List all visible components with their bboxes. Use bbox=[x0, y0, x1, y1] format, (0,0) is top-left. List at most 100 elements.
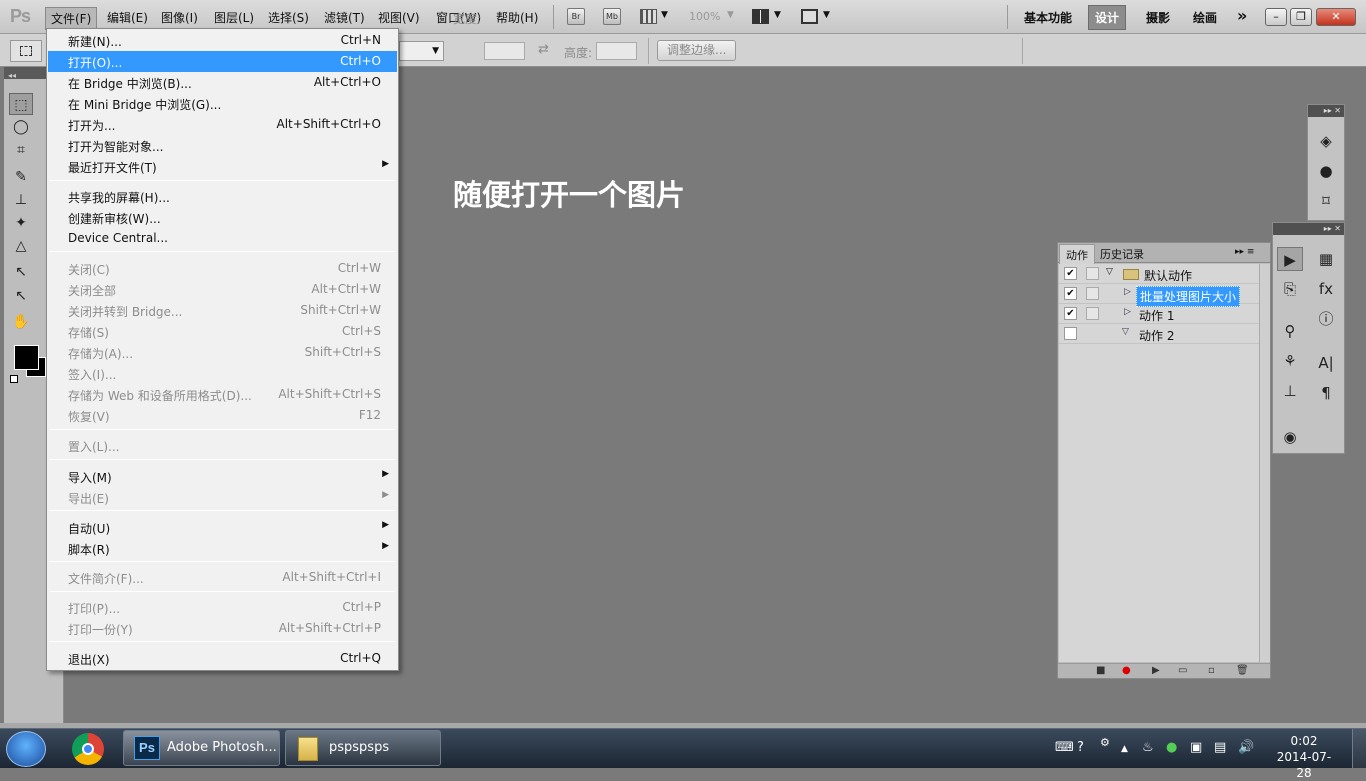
collapse-icon[interactable]: ▷ bbox=[1124, 287, 1131, 297]
menu-item-export[interactable]: 导出(E) ▶ bbox=[48, 487, 397, 508]
view-extras-icon[interactable] bbox=[640, 9, 657, 24]
menu-item-print-one-copy[interactable]: 打印一份(Y) Alt+Shift+Ctrl+P bbox=[48, 618, 397, 639]
rectangular-marquee-icon[interactable]: ⬚ bbox=[9, 93, 33, 115]
menu-item-close-go-bridge[interactable]: 关闭并转到 Bridge... Shift+Ctrl+W bbox=[48, 300, 397, 321]
action-checkbox[interactable]: ✔ bbox=[1064, 307, 1077, 320]
network-icon[interactable]: ▣ bbox=[1190, 740, 1202, 755]
new-set-icon[interactable]: ▭ bbox=[1178, 665, 1187, 676]
action-set-row[interactable]: ✔ ▽ 默认动作 bbox=[1059, 264, 1259, 284]
action-row[interactable]: ✔ ▷ 批量处理图片大小 bbox=[1059, 284, 1259, 307]
close-button[interactable]: ✕ bbox=[1316, 8, 1356, 26]
new-action-icon[interactable]: ▫ bbox=[1208, 665, 1215, 676]
clone-stamp-icon[interactable]: ⊥ bbox=[9, 189, 33, 211]
help-icon[interactable]: ? bbox=[1077, 740, 1084, 755]
dialog-toggle[interactable] bbox=[1086, 307, 1099, 320]
menu-item-place[interactable]: 置入(L)... bbox=[48, 435, 397, 456]
show-desktop-button[interactable] bbox=[1352, 729, 1366, 768]
expand-icon[interactable]: ▽ bbox=[1106, 267, 1113, 277]
workspace-essentials[interactable]: 基本功能 bbox=[1024, 9, 1072, 26]
start-button[interactable] bbox=[6, 731, 46, 767]
menu-filter[interactable]: 滤镜(T) bbox=[324, 9, 365, 26]
menu-item-save-as[interactable]: 存储为(A)... Shift+Ctrl+S bbox=[48, 342, 397, 363]
minimize-button[interactable]: – bbox=[1265, 8, 1287, 26]
styles-icon[interactable]: fx bbox=[1313, 277, 1339, 301]
menu-view[interactable]: 视图(V) bbox=[378, 9, 420, 26]
taskbar-folder[interactable]: pspspsps bbox=[285, 730, 441, 766]
menu-layer[interactable]: 图层(L) bbox=[214, 9, 254, 26]
workspace-painting[interactable]: 绘画 bbox=[1193, 9, 1217, 26]
app-tray-icon[interactable]: ♨ bbox=[1142, 740, 1154, 755]
dialog-toggle[interactable] bbox=[1086, 267, 1099, 280]
play-icon[interactable]: ▶ bbox=[1152, 665, 1160, 676]
clone-source-icon[interactable]: ⚘ bbox=[1277, 349, 1303, 373]
blur-icon[interactable]: △ bbox=[9, 235, 33, 257]
delete-icon[interactable]: 🗑 bbox=[1236, 665, 1249, 676]
action-checkbox[interactable]: ✔ bbox=[1064, 267, 1077, 280]
menu-item-check-in[interactable]: 签入(I)... bbox=[48, 363, 397, 384]
dock-header[interactable]: ▸▸ ✕ bbox=[1308, 105, 1344, 117]
mini-bridge-button[interactable]: Mb bbox=[603, 8, 621, 25]
path-selection-icon[interactable]: ↖ bbox=[9, 261, 33, 283]
menu-item-recent-files[interactable]: 最近打开文件(T) ▶ bbox=[48, 156, 397, 177]
direct-selection-icon[interactable]: ↖ bbox=[9, 285, 33, 307]
taskbar-photoshop[interactable]: Ps Adobe Photosh... bbox=[123, 730, 280, 766]
expand-icon[interactable]: ▽ bbox=[1122, 327, 1129, 337]
menu-item-open-smart-object[interactable]: 打开为智能对象... bbox=[48, 135, 397, 156]
action-row[interactable]: ✔ ▷ 动作 1 bbox=[1059, 304, 1259, 324]
width-input[interactable] bbox=[484, 42, 525, 60]
default-colors-icon[interactable] bbox=[10, 375, 18, 383]
chevron-down-icon[interactable]: ▼ bbox=[774, 10, 781, 20]
bridge-button[interactable]: Br bbox=[567, 8, 585, 25]
style-dropdown[interactable]: ▼ bbox=[399, 41, 444, 61]
menu-item-save[interactable]: 存储(S) Ctrl+S bbox=[48, 321, 397, 342]
crop-icon[interactable]: ⌗ bbox=[9, 139, 33, 161]
chevron-down-icon[interactable]: ▼ bbox=[823, 10, 830, 20]
menu-item-file-info[interactable]: 文件简介(F)... Alt+Shift+Ctrl+I bbox=[48, 567, 397, 588]
more-workspaces-icon[interactable]: » bbox=[1237, 6, 1247, 25]
menu-item-new-review[interactable]: 创建新审核(W)... bbox=[48, 207, 397, 228]
menu-image[interactable]: 图像(I) bbox=[161, 9, 198, 26]
swatches-icon[interactable]: ▦ bbox=[1313, 247, 1339, 271]
menu-item-save-for-web[interactable]: 存储为 Web 和设备所用格式(D)... Alt+Shift+Ctrl+S bbox=[48, 384, 397, 405]
menu-item-open-as[interactable]: 打开为... Alt+Shift+Ctrl+O bbox=[48, 114, 397, 135]
hand-icon[interactable]: ✋ bbox=[9, 311, 33, 333]
menu-item-open[interactable]: 打开(O)... Ctrl+O bbox=[48, 51, 397, 72]
menu-item-import[interactable]: 导入(M) ▶ bbox=[48, 466, 397, 487]
actions-play-icon[interactable]: ▶ bbox=[1277, 247, 1303, 271]
brush-presets-icon[interactable]: ⚲ bbox=[1277, 319, 1303, 343]
collapse-icon[interactable]: ▷ bbox=[1124, 307, 1131, 317]
menu-file[interactable]: 文件(F) bbox=[45, 7, 98, 30]
menu-item-scripts[interactable]: 脚本(R) ▶ bbox=[48, 538, 397, 559]
eraser-icon[interactable]: ✦ bbox=[9, 212, 33, 234]
chevron-down-icon[interactable]: ▼ bbox=[727, 10, 734, 20]
action-row[interactable]: ▽ 动作 2 bbox=[1059, 324, 1259, 344]
menu-edit[interactable]: 编辑(E) bbox=[107, 9, 148, 26]
info-icon[interactable]: ⓘ bbox=[1313, 307, 1339, 331]
history-icon[interactable]: ⎘ bbox=[1277, 277, 1303, 301]
arrange-documents-icon[interactable] bbox=[752, 9, 769, 24]
menu-item-automate[interactable]: 自动(U) ▶ bbox=[48, 517, 397, 538]
screen-mode-icon[interactable] bbox=[801, 9, 818, 24]
zoom-level[interactable]: 100% bbox=[689, 10, 720, 23]
menu-item-revert[interactable]: 恢复(V) F12 bbox=[48, 405, 397, 426]
device-icon[interactable]: ▤ bbox=[1214, 740, 1226, 755]
dialog-toggle[interactable] bbox=[1086, 287, 1099, 300]
tab-history[interactable]: 历史记录 bbox=[1100, 246, 1144, 262]
lasso-icon[interactable]: ◯ bbox=[9, 116, 33, 138]
workspace-design[interactable]: 设计 bbox=[1088, 5, 1127, 30]
marquee-preset-icon[interactable] bbox=[10, 40, 42, 62]
tool-presets-icon[interactable]: ⊥ bbox=[1277, 379, 1303, 403]
menu-item-device-central[interactable]: Device Central... bbox=[48, 228, 397, 249]
refine-edge-button[interactable]: 调整边缘... bbox=[657, 40, 737, 61]
keyboard-icon[interactable]: ⌨ bbox=[1055, 740, 1074, 755]
chevron-down-icon[interactable]: ▼ bbox=[661, 10, 668, 20]
height-input[interactable] bbox=[596, 42, 637, 60]
taskbar-clock[interactable]: 0:02 2014-07-28 bbox=[1272, 733, 1336, 781]
menu-item-close-all[interactable]: 关闭全部 Alt+Ctrl+W bbox=[48, 279, 397, 300]
paths-icon[interactable]: ⌑ bbox=[1313, 189, 1339, 213]
dock-header[interactable]: ▸▸ ✕ bbox=[1273, 223, 1344, 235]
record-icon[interactable]: ● bbox=[1122, 665, 1131, 676]
menu-item-new[interactable]: 新建(N)... Ctrl+N bbox=[48, 30, 397, 51]
menu-item-exit[interactable]: 退出(X) Ctrl+Q bbox=[48, 648, 397, 669]
workspace-photography[interactable]: 摄影 bbox=[1146, 9, 1170, 26]
